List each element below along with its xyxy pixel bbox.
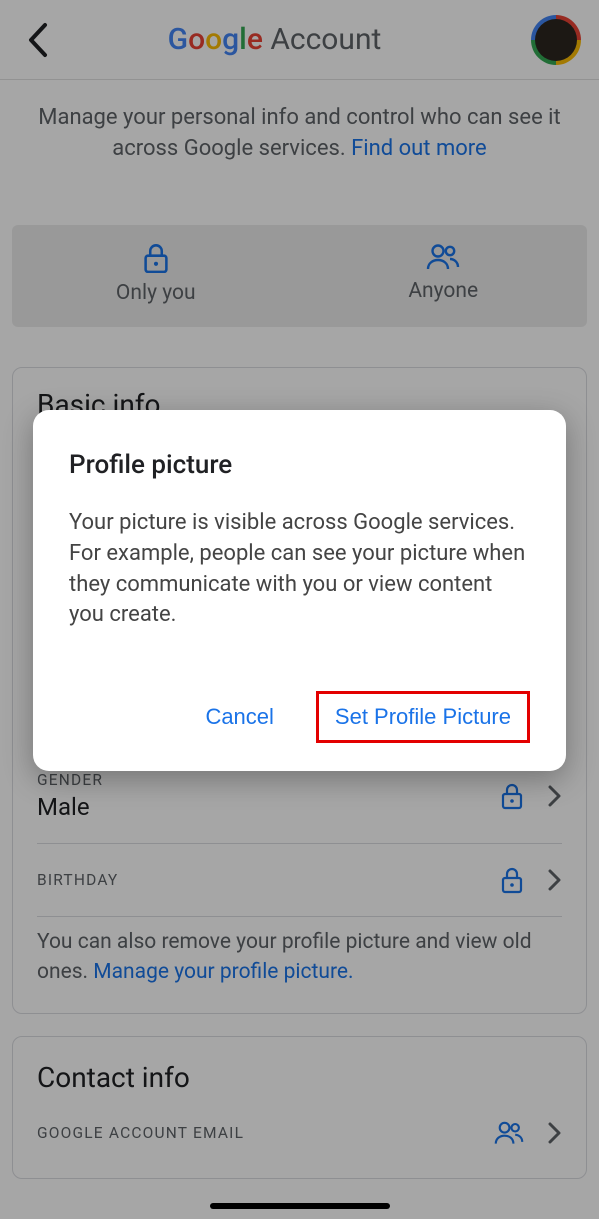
cancel-button[interactable]: Cancel bbox=[197, 698, 281, 736]
dialog-body: Your picture is visible across Google se… bbox=[69, 508, 530, 631]
dialog-title: Profile picture bbox=[69, 450, 530, 480]
dialog-actions: Cancel Set Profile Picture bbox=[69, 691, 530, 743]
screen-root: Google Account About me Manage your pers… bbox=[0, 0, 599, 1219]
home-indicator[interactable] bbox=[210, 1203, 390, 1209]
set-profile-picture-button[interactable]: Set Profile Picture bbox=[327, 698, 519, 736]
profile-picture-dialog: Profile picture Your picture is visible … bbox=[33, 410, 566, 771]
confirm-highlight: Set Profile Picture bbox=[316, 691, 530, 743]
